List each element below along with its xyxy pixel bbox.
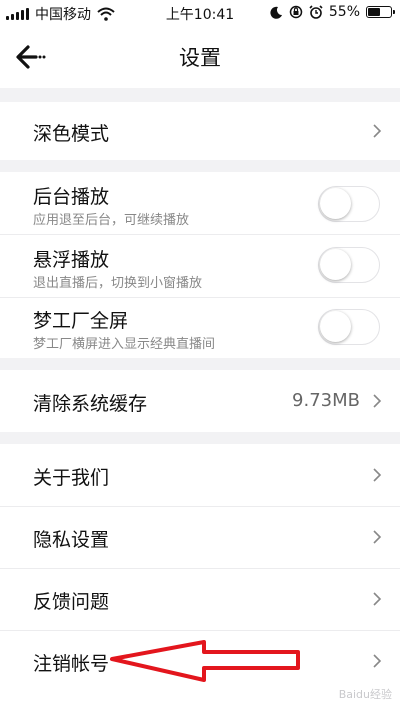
dark-mode-label: 深色模式 xyxy=(33,123,110,145)
dark-mode-row[interactable]: 深色模式 xyxy=(0,102,400,160)
about-label: 关于我们 xyxy=(33,467,110,489)
clear-cache-label: 清除系统缓存 xyxy=(33,393,148,415)
floating-play-label: 悬浮播放 xyxy=(33,249,110,271)
chevron-right-icon xyxy=(373,654,382,668)
toggle-knob xyxy=(320,311,351,342)
toggle-knob xyxy=(320,188,351,219)
floating-play-toggle[interactable] xyxy=(318,247,380,283)
cache-section: 清除系统缓存 9.73MB xyxy=(0,370,400,432)
red-arrow-annotation xyxy=(110,640,300,682)
floating-play-row: 悬浮播放 退出直播后，切换到小窗播放 xyxy=(0,235,400,297)
feedback-label: 反馈问题 xyxy=(33,591,110,613)
playback-section: 后台播放 应用退至后台，可继续播放 悬浮播放 退出直播后，切换到小窗播放 梦工厂… xyxy=(0,172,400,358)
fullscreen-row: 梦工厂全屏 梦工厂横屏进入显示经典直播间 xyxy=(0,298,400,358)
floating-play-description: 退出直播后，切换到小窗播放 xyxy=(33,276,203,291)
delete-account-label: 注销帐号 xyxy=(33,653,110,675)
chevron-right-icon xyxy=(373,468,382,482)
privacy-label: 隐私设置 xyxy=(33,529,110,551)
chevron-right-icon xyxy=(373,394,382,408)
toggle-knob xyxy=(320,249,351,280)
dark-mode-section: 深色模式 xyxy=(0,102,400,160)
feedback-row[interactable]: 反馈问题 xyxy=(0,569,400,630)
chevron-right-icon xyxy=(373,592,382,606)
privacy-row[interactable]: 隐私设置 xyxy=(0,507,400,568)
watermark: Baidu经验 xyxy=(338,688,392,701)
battery-percent: 55% xyxy=(328,4,360,20)
battery-icon xyxy=(366,6,395,18)
about-row[interactable]: 关于我们 xyxy=(0,444,400,506)
background-play-label: 后台播放 xyxy=(33,186,110,208)
nav-bar: 设置 xyxy=(0,26,400,88)
chevron-right-icon xyxy=(373,530,382,544)
background-play-description: 应用退至后台，可继续播放 xyxy=(33,213,190,228)
fullscreen-label: 梦工厂全屏 xyxy=(33,310,129,332)
background-play-toggle[interactable] xyxy=(318,186,380,222)
status-bar: 中国移动 上午10:41 55% xyxy=(0,0,400,26)
alarm-icon xyxy=(309,5,323,19)
chevron-right-icon xyxy=(373,124,382,138)
background-play-row: 后台播放 应用退至后台，可继续播放 xyxy=(0,172,400,234)
cache-size-value: 9.73MB xyxy=(292,390,360,411)
orientation-lock-icon xyxy=(289,5,303,19)
fullscreen-toggle[interactable] xyxy=(318,309,380,345)
fullscreen-description: 梦工厂横屏进入显示经典直播间 xyxy=(33,337,216,352)
page-title: 设置 xyxy=(179,46,221,70)
battery-fill xyxy=(368,8,380,16)
clear-cache-row[interactable]: 清除系统缓存 9.73MB xyxy=(0,370,400,432)
moon-icon xyxy=(270,6,282,19)
